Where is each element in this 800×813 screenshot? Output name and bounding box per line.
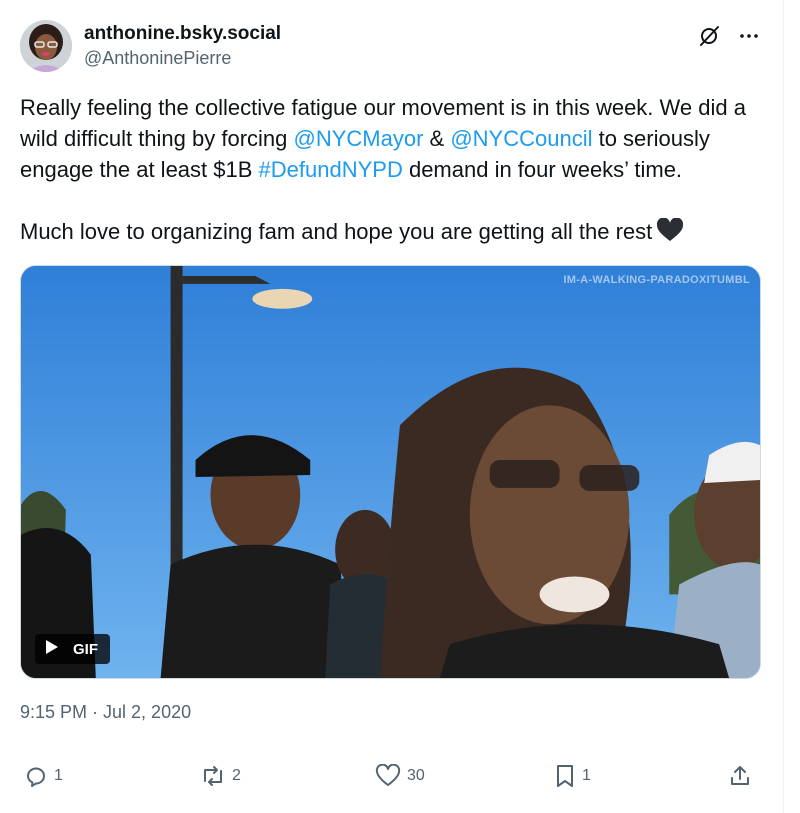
more-icon[interactable] [737,24,761,48]
header-actions [697,24,761,48]
heart-icon [375,764,401,788]
gif-media[interactable]: IM-A-WALKING-PARADOXITUMBL GIF [20,265,761,679]
tweet-timestamp[interactable]: 9:15 PM · Jul 2, 2020 [20,702,191,723]
grok-icon[interactable] [697,24,721,48]
mention-nycmayor[interactable]: @NYCMayor [294,126,424,151]
hashtag-defundnypd[interactable]: #DefundNYPD [259,157,403,182]
tweet-text-segment: Much love to organizing fam and hope you… [20,219,653,244]
avatar[interactable] [20,20,72,72]
display-name[interactable]: anthonine.bsky.social [84,22,281,46]
share-button[interactable] [728,764,752,788]
bookmark-button[interactable]: 1 [554,764,591,788]
gif-badge[interactable]: GIF [35,634,110,664]
like-count: 30 [407,767,425,784]
gif-label: GIF [73,640,98,658]
like-button[interactable]: 30 [375,764,425,788]
mention-nyccouncil[interactable]: @NYCCouncil [450,126,592,151]
bookmark-icon [554,764,576,788]
tweet-card: anthonine.bsky.social @AnthoninePierre R… [0,0,784,813]
author-names: anthonine.bsky.social @AnthoninePierre [84,22,281,70]
gif-watermark: IM-A-WALKING-PARADOXITUMBL [563,274,750,286]
gif-frame-image [21,266,760,678]
repost-button[interactable]: 2 [200,764,241,788]
avatar-photo-icon [20,20,72,72]
tweet-text-segment: & [423,126,451,151]
repost-count: 2 [232,767,241,784]
play-icon [45,639,59,660]
reply-button[interactable]: 1 [24,764,63,788]
reply-count: 1 [54,767,63,784]
action-bar: 1 2 30 1 [24,764,754,794]
share-icon [728,764,752,788]
tweet-paragraph-2: Much love to organizing fam and hope you… [20,216,770,250]
handle[interactable]: @AnthoninePierre [84,46,281,70]
reply-icon [24,764,48,788]
bookmark-count: 1 [582,767,591,784]
tweet-paragraph-1: Really feeling the collective fatigue ou… [20,92,770,185]
black-heart-icon [656,217,684,250]
tweet-text: Really feeling the collective fatigue ou… [20,92,770,250]
tweet-text-segment: demand in four weeks’ time. [402,157,683,182]
repost-icon [200,764,226,788]
